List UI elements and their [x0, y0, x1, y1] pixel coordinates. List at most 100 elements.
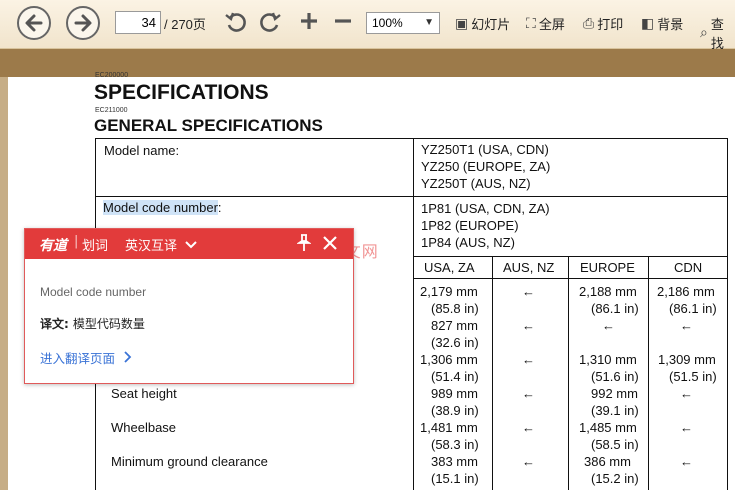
page-gutter	[0, 77, 8, 490]
subsection-code: EC211000	[95, 107, 128, 114]
search-button[interactable]: ⌕ 查找	[700, 14, 735, 52]
model-name-label: Model name:	[104, 143, 180, 158]
translation-label: 译文:	[40, 317, 69, 331]
table-cell: ←	[680, 386, 693, 401]
arrow-left-icon	[25, 14, 43, 32]
source-text: Model code number	[40, 285, 147, 299]
close-icon	[323, 236, 337, 250]
table-column-divider	[648, 256, 649, 490]
goto-translate-link[interactable]: 进入翻译页面	[40, 348, 133, 367]
zoom-in-button[interactable]	[298, 10, 320, 32]
close-button[interactable]	[322, 235, 338, 255]
table-cell: (51.4 in)	[431, 369, 479, 384]
slideshow-label: 幻灯片	[471, 18, 511, 33]
direction-select[interactable]: 英汉互译	[125, 235, 197, 254]
page-total: / 270页	[164, 17, 206, 32]
fullscreen-label: 全屏	[538, 18, 565, 33]
table-cell: (58.3 in)	[431, 437, 479, 452]
pin-button[interactable]	[296, 234, 312, 256]
popup-header: 有道 | 划词 英汉互译	[25, 229, 353, 259]
table-cell: ←	[680, 318, 693, 333]
pin-icon	[296, 234, 312, 251]
translation-text: 模型代码数量	[72, 317, 145, 331]
fullscreen-icon: ⛶	[526, 15, 536, 32]
background-button[interactable]: ◧ 背景	[641, 14, 684, 34]
slideshow-icon: ▣	[455, 15, 469, 32]
model-code-label[interactable]: Model code number:	[103, 200, 222, 215]
table-cell: (32.6 in)	[431, 335, 479, 350]
table-cell: (15.2 in)	[591, 471, 639, 486]
chevron-right-icon	[124, 351, 132, 363]
reader-toolbar: 34 / 270页 100% ▼ ▣ 幻灯片 ⛶ 全屏 ⎙ 打印 ◧ 背景 ⌕ 查找	[0, 0, 735, 52]
table-cell: (39.1 in)	[591, 403, 639, 418]
table-cell: ←	[522, 386, 535, 401]
table-column-divider	[413, 138, 414, 490]
model-name-value: YZ250 (EUROPE, ZA)	[421, 159, 551, 174]
translation-popup: 有道 | 划词 英汉互译 Model code number 译文: 模型代码数量…	[24, 228, 354, 384]
table-cell: 2,188 mm	[579, 284, 637, 299]
zoom-value: 100%	[372, 16, 403, 30]
print-label: 打印	[597, 18, 624, 33]
row-label: Minimum ground clearance	[111, 454, 268, 469]
row-label: Seat height	[111, 386, 177, 401]
table-cell: (51.6 in)	[591, 369, 639, 384]
selected-text: Model code number	[103, 200, 218, 215]
table-cell: ←	[522, 352, 535, 367]
fullscreen-button[interactable]: ⛶ 全屏	[526, 14, 565, 34]
chevron-down-icon	[185, 241, 197, 249]
rotate-left-button[interactable]	[224, 10, 248, 34]
column-header: USA, ZA	[424, 260, 475, 275]
table-column-divider	[568, 256, 569, 490]
goto-label: 进入翻译页面	[40, 351, 116, 366]
page-number-input[interactable]: 34	[115, 11, 161, 34]
table-row-divider	[95, 196, 728, 197]
table-border-top	[95, 138, 728, 139]
table-cell: (15.1 in)	[431, 471, 479, 486]
background-icon: ◧	[641, 15, 655, 32]
rotate-right-button[interactable]	[258, 10, 282, 34]
row-label: Wheelbase	[111, 420, 177, 435]
background-label: 背景	[657, 18, 684, 33]
minus-icon	[335, 19, 351, 23]
table-cell: 827 mm	[431, 318, 478, 333]
table-cell: ←	[522, 420, 535, 435]
table-cell: 1,310 mm	[579, 352, 637, 367]
table-cell: ←	[680, 454, 693, 469]
print-button[interactable]: ⎙ 打印	[583, 14, 624, 34]
table-cell: ←	[602, 318, 615, 333]
zoom-select[interactable]: 100% ▼	[366, 12, 440, 34]
table-cell: 1,481 mm	[420, 420, 478, 435]
plus-icon	[301, 13, 317, 29]
table-cell: (38.9 in)	[431, 403, 479, 418]
model-name-value: YZ250T1 (USA, CDN)	[421, 142, 549, 157]
mode-label: 划词	[82, 239, 109, 254]
column-header: EUROPE	[580, 260, 635, 275]
rotate-left-icon	[225, 12, 246, 32]
model-code-value: 1P81 (USA, CDN, ZA)	[421, 201, 550, 216]
forward-button[interactable]	[66, 6, 100, 40]
printer-icon: ⎙	[583, 15, 595, 32]
back-button[interactable]	[17, 6, 51, 40]
header-separator: |	[74, 234, 79, 249]
model-code-value: 1P84 (AUS, NZ)	[421, 235, 515, 250]
table-cell: 2,179 mm	[420, 284, 478, 299]
chevron-down-icon: ▼	[424, 17, 434, 28]
table-cell: 2,186 mm	[657, 284, 715, 299]
slideshow-button[interactable]: ▣ 幻灯片	[455, 14, 511, 34]
table-column-divider	[492, 256, 493, 490]
table-cell: ←	[522, 318, 535, 333]
table-cell: 1,309 mm	[658, 352, 716, 367]
translation-line: 译文: 模型代码数量	[40, 315, 145, 332]
table-cell: (86.1 in)	[669, 301, 717, 316]
table-cell: (58.5 in)	[591, 437, 639, 452]
arrow-right-icon	[74, 14, 92, 32]
column-header: CDN	[674, 260, 703, 275]
direction-label: 英汉互译	[125, 239, 178, 254]
zoom-out-button[interactable]	[332, 10, 354, 32]
table-cell: 989 mm	[431, 386, 478, 401]
table-cell: (85.8 in)	[431, 301, 479, 316]
table-cell: (51.5 in)	[669, 369, 717, 384]
table-cell: 383 mm	[431, 454, 478, 469]
table-row-divider	[413, 278, 728, 279]
table-cell: 1,306 mm	[420, 352, 478, 367]
